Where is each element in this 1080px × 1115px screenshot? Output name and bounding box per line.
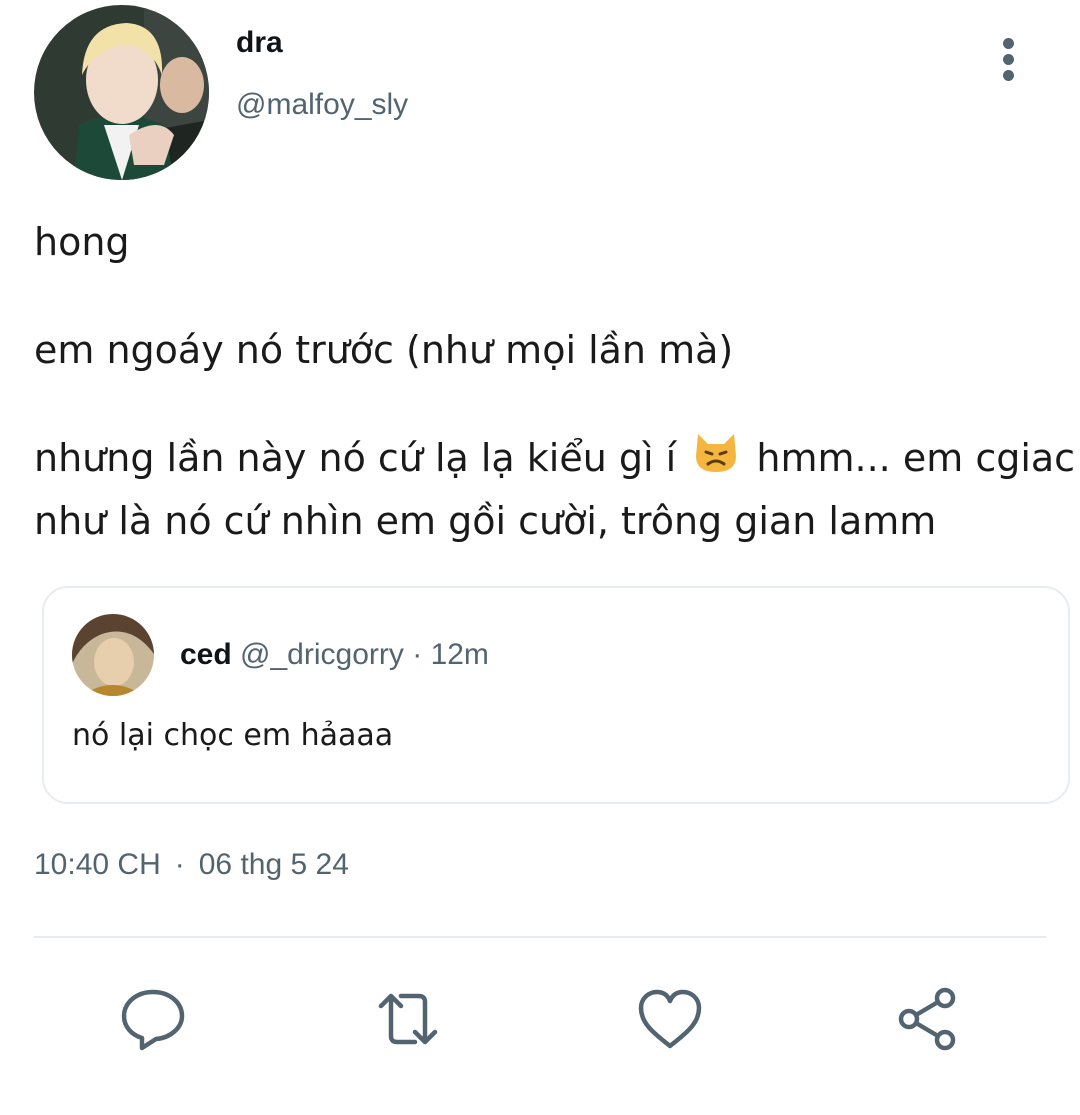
author-handle[interactable]: @malfoy_sly [236, 88, 408, 122]
tweet-text-segment: như là nó cứ nhìn em gồi cười, trông gia… [34, 499, 937, 543]
tweet-paragraph: hong [34, 220, 130, 264]
divider [34, 936, 1046, 938]
action-bar [0, 984, 1080, 1054]
quoted-tweet-card[interactable]: ced @_dricgorry · 12m nó lại chọc em hảa… [42, 586, 1070, 804]
reply-icon[interactable] [118, 984, 188, 1054]
separator-dot: · [412, 638, 423, 671]
author-name[interactable]: dra [236, 26, 283, 60]
share-icon[interactable] [893, 984, 963, 1054]
author-avatar[interactable] [34, 5, 209, 180]
quoted-author-handle: @_dricgorry [240, 638, 404, 671]
quoted-meta: ced @_dricgorry · 12m [180, 638, 489, 672]
tweet-paragraph: nhưng lần này nó cứ lạ lạ kiểu gì í hmm.… [34, 428, 1075, 551]
pouting-cat-emoji-icon [692, 430, 740, 491]
quoted-text: nó lại chọc em hảaaa [72, 718, 394, 753]
quoted-author-avatar[interactable] [72, 614, 154, 696]
separator-dot: · [174, 848, 185, 881]
tweet-paragraph: em ngoáy nó trước (như mọi lần mà) [34, 328, 734, 372]
tweet-date: 06 thg 5 24 [198, 848, 349, 881]
retweet-icon[interactable] [373, 984, 443, 1054]
tweet-text-segment: nhưng lần này nó cứ lạ lạ kiểu gì í [34, 436, 677, 480]
quoted-author-name: ced [180, 638, 232, 671]
heart-icon[interactable] [635, 984, 705, 1054]
tweet-timestamp: 10:40 CH · 06 thg 5 24 [34, 848, 349, 882]
tweet-text-segment: hmm... em cgiac [756, 436, 1076, 480]
more-options-icon[interactable] [990, 38, 1026, 86]
quoted-time: 12m [430, 638, 489, 671]
tweet-time: 10:40 CH [34, 848, 161, 881]
